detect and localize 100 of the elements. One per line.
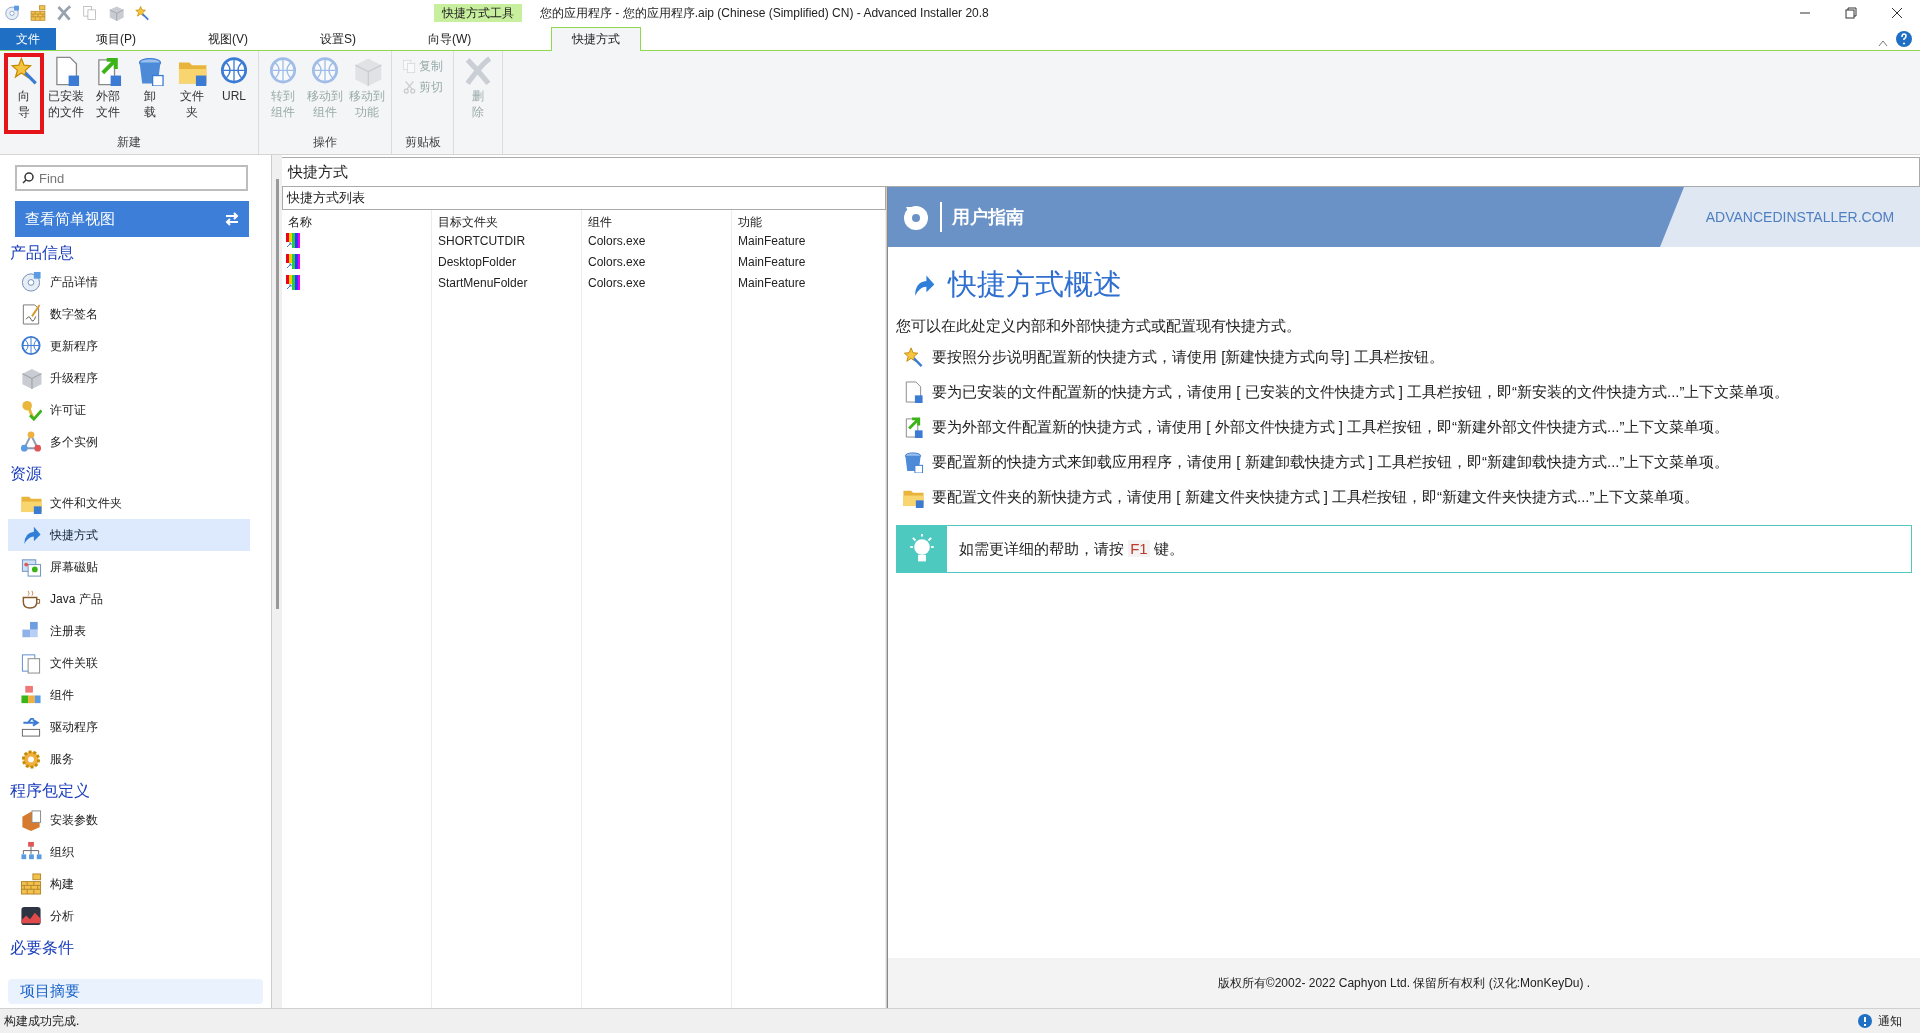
ribbon-button[interactable]: URL (214, 53, 254, 134)
key-icon (20, 399, 42, 421)
status-message: 构建成功完成. (4, 1012, 80, 1030)
cross-icon (463, 56, 493, 86)
ribbon-button[interactable]: 向 导 (4, 53, 44, 134)
sidebar-item[interactable]: 文件关联 (8, 647, 250, 679)
light-bulb-icon (907, 534, 937, 564)
notifications-button[interactable]: 通知 (1878, 1012, 1902, 1030)
table-cell-text: StartMenuFolder (437, 275, 529, 292)
wand-icon (134, 5, 150, 21)
sidebar-item[interactable]: 构建 (8, 868, 250, 900)
ribbon-button[interactable]: 外部 文件 (88, 53, 128, 134)
sidebar-item[interactable]: Java 产品 (8, 583, 250, 615)
shortcut-icon (286, 275, 300, 290)
signed-document-icon (20, 303, 42, 325)
table-cell-text: SHORTCUTDIR (437, 233, 527, 250)
context-tab-group: 快捷方式工具 (434, 4, 522, 22)
table-cell-text: Colors.exe (587, 233, 647, 250)
swap-icon (225, 212, 239, 226)
page-title: 快捷方式 (282, 157, 1920, 187)
globe-icon (310, 56, 340, 86)
ribbon-tab[interactable]: 项目(P) (76, 28, 156, 50)
cup-icon (20, 588, 42, 610)
table-cell-text: Colors.exe (587, 254, 647, 271)
ribbon-button[interactable]: 卸 载 (130, 53, 170, 134)
box-icon (108, 5, 124, 21)
help-icon[interactable] (1896, 31, 1912, 47)
scissors-icon (402, 80, 417, 95)
usb-icon (20, 716, 42, 738)
sidebar-item[interactable]: 更新程序 (8, 330, 250, 362)
windows-icon (20, 652, 42, 674)
table-cell-text: MainFeature (737, 233, 807, 250)
tip-text: 要为外部文件配置新的快捷方式，请使用 [ 外部文件快捷方式 ] 工具栏按钮，即“新建外部文件快捷方式...”上下文菜单项。 (932, 417, 1730, 437)
sidebar-item[interactable]: 服务 (8, 743, 250, 775)
disc-logo-icon (902, 203, 930, 231)
ribbon-group-label: 剪贴板 (403, 134, 442, 151)
sidebar-item[interactable]: 许可证 (8, 394, 250, 426)
ribbon-button[interactable]: 文件 夹 (172, 53, 212, 134)
sidebar-item[interactable]: 多个实例 (8, 426, 250, 458)
table-title: 快捷方式列表 (282, 187, 886, 210)
ribbon-tab[interactable]: 向导(W) (408, 28, 492, 50)
section-heading: 必要条件 (10, 938, 75, 958)
sidebar-item[interactable]: 驱动程序 (8, 711, 250, 743)
project-summary-link[interactable]: 项目摘要 (8, 979, 263, 1004)
section-heading: 资源 (10, 464, 43, 484)
hint-text: 如需更详细的帮助，请按 F1 键。 (959, 539, 1184, 559)
blocks-icon (20, 684, 42, 706)
view-toggle-button[interactable]: 查看简单视图 (15, 201, 249, 237)
pages-icon (82, 5, 98, 21)
copyright-text: 版权所有©2002- 2022 Caphyon Ltd. 保留所有权利 (汉化:MonKeyDu) . (1217, 974, 1591, 992)
gear-icon (20, 748, 42, 770)
intro-text: 您可以在此处定义内部和外部快捷方式或配置现有快捷方式。 (896, 317, 1302, 336)
ribbon-tab[interactable]: 设置S) (300, 28, 376, 50)
nodes-icon (20, 431, 42, 453)
wand-icon (902, 346, 924, 368)
box-icon (20, 367, 42, 389)
sidebar-item[interactable]: 数字签名 (8, 298, 250, 330)
sidebar-item[interactable]: 屏幕磁贴 (8, 551, 250, 583)
disc-icon (20, 271, 42, 293)
globe-icon (268, 56, 298, 86)
collapse-caret-icon[interactable] (1878, 39, 1888, 47)
tip-text: 要配置文件夹的新快捷方式，请使用 [ 新建文件夹快捷方式 ] 工具栏按钮，即“新建文件夹快捷方式...”上下文菜单项。 (932, 487, 1700, 507)
sidebar-item[interactable]: 升级程序 (8, 362, 250, 394)
sidebar-item[interactable]: 组织 (8, 836, 250, 868)
table-cell-text: Colors.exe (587, 275, 647, 292)
column-header[interactable]: 目标文件夹 (432, 210, 582, 231)
ribbon-tab[interactable]: 视图(V) (188, 28, 268, 50)
globe-icon (219, 56, 249, 86)
ribbon-tab[interactable]: 快捷方式 (551, 27, 642, 51)
restore-icon[interactable] (1845, 7, 1857, 19)
column-header[interactable]: 功能 (732, 210, 886, 231)
guide-title: 用户指南 (952, 206, 1025, 229)
guide-heading: 快捷方式概述 (948, 267, 1122, 302)
file-menu-tab[interactable]: 文件 (0, 28, 56, 50)
sidebar-item[interactable]: 分析 (8, 900, 250, 932)
search-field[interactable]: Find (15, 165, 248, 191)
shortcut-icon (286, 233, 300, 248)
cross-icon (56, 5, 72, 21)
sidebar-item[interactable]: 快捷方式 (8, 519, 250, 551)
sidebar-item[interactable]: 注册表 (8, 615, 250, 647)
sidebar-item[interactable]: 安装参数 (8, 804, 250, 836)
search-icon (22, 172, 34, 184)
column-header[interactable]: 组件 (582, 210, 732, 231)
sidebar-item[interactable]: 产品详情 (8, 266, 250, 298)
tip-text: 要按照分步说明配置新的快捷方式，请使用 [新建快捷方式向导] 工具栏按钮。 (932, 347, 1444, 367)
shortcut-icon (286, 254, 300, 269)
ribbon-button[interactable]: 已安装 的文件 (46, 53, 86, 134)
section-heading: 产品信息 (10, 243, 75, 263)
chart-icon (20, 905, 42, 927)
sidebar-item[interactable]: 组件 (8, 679, 250, 711)
bricks-icon (20, 873, 42, 895)
wand-icon (9, 56, 39, 86)
bricks-icon (30, 5, 46, 21)
disc-icon (4, 5, 20, 21)
close-icon[interactable] (1891, 7, 1903, 19)
box-icon (352, 56, 382, 86)
tip-text: 要为已安装的文件配置新的快捷方式，请使用 [ 已安装的文件快捷方式 ] 工具栏按钮，即“新安装的文件快捷方式...”上下文菜单项。 (932, 382, 1790, 402)
table-cell-text: MainFeature (737, 275, 807, 292)
column-header[interactable]: 名称 (282, 210, 432, 231)
sidebar-item[interactable]: 文件和文件夹 (8, 487, 250, 519)
